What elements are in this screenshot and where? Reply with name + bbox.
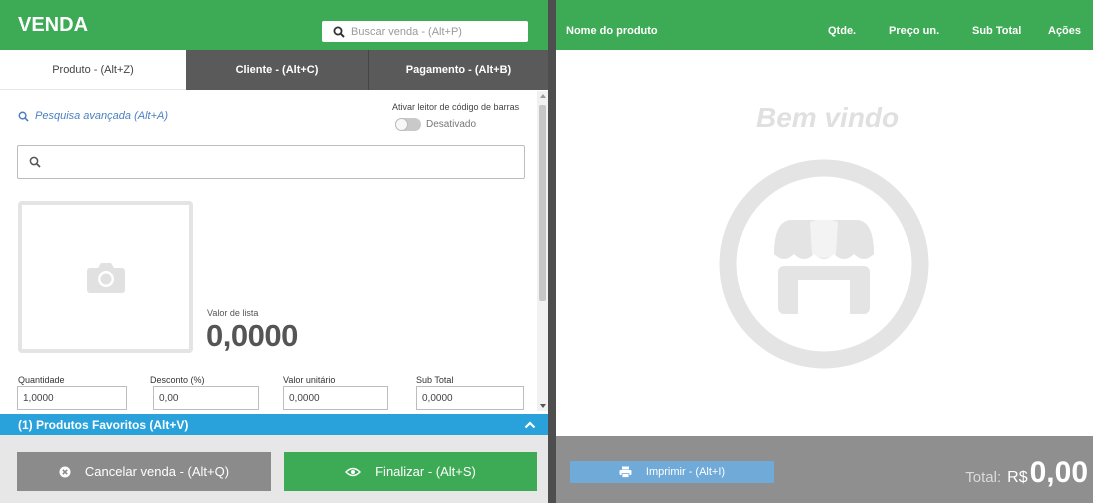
product-search-box[interactable] [17, 145, 525, 179]
cart-header: Nome do produto Qtde. Preço un. Sub Tota… [556, 0, 1093, 50]
welcome-text: Bem vindo [756, 102, 900, 133]
eye-icon [345, 467, 362, 477]
unit-price-input[interactable] [283, 386, 388, 410]
barcode-label: Ativar leitor de código de barras [392, 102, 520, 112]
times-circle-icon [59, 466, 71, 478]
store-icon [718, 158, 930, 375]
panel-divider [548, 0, 556, 503]
search-icon [18, 111, 29, 122]
toggle-knob [395, 118, 408, 131]
search-icon [29, 156, 41, 168]
quantity-input[interactable] [17, 386, 127, 410]
total-label: Total: [965, 469, 1002, 486]
col-qty: Qtde. [828, 25, 857, 37]
tab-pagamento[interactable]: Pagamento - (Alt+B) [369, 50, 548, 90]
print-icon [619, 466, 632, 478]
finish-sale-label: Finalizar - (Alt+S) [375, 464, 476, 479]
search-sale-box[interactable] [322, 21, 528, 42]
favorites-bar[interactable]: (1) Produtos Favoritos (Alt+V) [0, 414, 548, 435]
product-photo [18, 201, 193, 353]
total-value: 0,00 [1029, 456, 1088, 489]
subtotal-label: Sub Total [416, 375, 454, 385]
total-currency: R$ [1007, 469, 1028, 486]
list-price-value: 0,0000 [206, 318, 298, 353]
search-icon [333, 26, 345, 38]
sale-header: VENDA [0, 0, 548, 50]
sale-title: VENDA [18, 14, 89, 36]
scroll-up-arrow[interactable] [540, 94, 546, 98]
left-scrollbar[interactable] [537, 91, 548, 411]
col-product-name: Nome do produto [566, 25, 658, 37]
search-sale-input[interactable] [351, 25, 521, 38]
product-search-input[interactable] [49, 155, 519, 169]
total-display: Total: R$ 0,00 [965, 456, 1088, 490]
tab-cliente[interactable]: Cliente - (Alt+C) [186, 50, 369, 90]
barcode-toggle[interactable] [395, 118, 421, 131]
advanced-search-link[interactable]: Pesquisa avançada (Alt+A) [18, 110, 168, 122]
finish-sale-button[interactable]: Finalizar - (Alt+S) [284, 452, 537, 491]
camera-icon [86, 263, 125, 293]
cancel-sale-label: Cancelar venda - (Alt+Q) [84, 464, 230, 479]
favorites-label: (1) Produtos Favoritos (Alt+V) [18, 417, 189, 432]
col-subtotal: Sub Total [972, 25, 1022, 37]
subtotal-input[interactable] [416, 386, 524, 410]
discount-input[interactable] [153, 386, 259, 410]
scroll-thumb[interactable] [539, 105, 546, 301]
cancel-sale-button[interactable]: Cancelar venda - (Alt+Q) [17, 452, 271, 491]
app: VENDA Produto - (Alt+Z) Cliente - (Alt+C… [0, 0, 1093, 503]
sale-panel: VENDA Produto - (Alt+Z) Cliente - (Alt+C… [0, 0, 548, 503]
tab-bar: Produto - (Alt+Z) Cliente - (Alt+C) Paga… [0, 50, 548, 90]
scroll-down-arrow[interactable] [540, 404, 546, 408]
tab-produto[interactable]: Produto - (Alt+Z) [0, 50, 186, 90]
discount-label: Desconto (%) [150, 375, 205, 385]
barcode-state: Desativado [426, 119, 477, 130]
list-price-label: Valor de lista [207, 308, 259, 318]
print-label: Imprimir - (Alt+I) [645, 466, 726, 478]
col-unit-price: Preço un. [889, 25, 940, 37]
print-button[interactable]: Imprimir - (Alt+I) [570, 461, 774, 483]
chevron-up-icon [524, 420, 536, 428]
cart-panel: Nome do produto Qtde. Preço un. Sub Tota… [556, 0, 1093, 503]
advanced-search-label: Pesquisa avançada (Alt+A) [35, 110, 168, 122]
quantity-label: Quantidade [18, 375, 65, 385]
unit-price-label: Valor unitário [283, 375, 336, 385]
col-actions: Ações [1048, 25, 1082, 37]
